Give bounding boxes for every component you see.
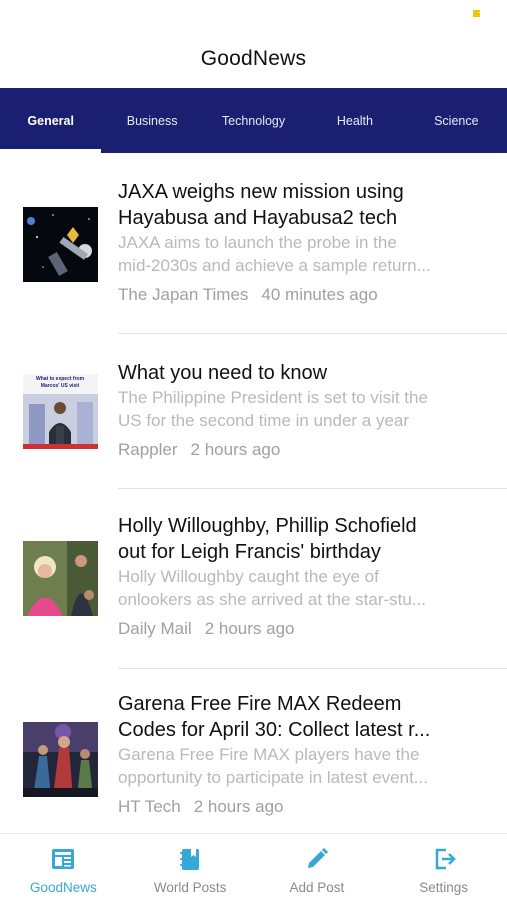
battery-icon: [473, 10, 480, 17]
nav-label: GoodNews: [29, 880, 97, 895]
newspaper-icon: [52, 849, 75, 869]
tab-science[interactable]: Science: [406, 88, 507, 153]
bottom-nav: GoodNews World Posts Add Post Settings: [0, 833, 507, 901]
article-description: opportunity to participate in latest eve…: [118, 768, 428, 787]
pencil-icon: [307, 848, 328, 868]
nav-add-post[interactable]: Add Post: [254, 834, 381, 901]
article-item[interactable]: Garena Free Fire MAX Redeem Codes for Ap…: [0, 669, 507, 833]
tab-label: Health: [336, 113, 373, 128]
notebook-icon: [180, 849, 200, 870]
article-title: Codes for April 30: Collect latest r...: [118, 719, 431, 741]
article-description: Holly Willoughby caught the eye of: [118, 567, 379, 586]
game-characters-image: [23, 722, 98, 797]
article-meta: HT Tech 2 hours ago: [118, 797, 483, 817]
article-description: The Philippine President is set to visit…: [118, 388, 428, 407]
thumbnail-caption: Marcos' US visit: [41, 383, 80, 389]
category-tab-bar: General Business Technology Health Scien…: [0, 88, 507, 153]
article-time: 2 hours ago: [190, 440, 281, 459]
nav-world-posts[interactable]: World Posts: [127, 834, 254, 901]
article-thumbnail[interactable]: [23, 541, 98, 616]
article-feed[interactable]: JAXA weighs new mission using Hayabusa a…: [0, 153, 507, 833]
article-time: 2 hours ago: [204, 619, 295, 638]
article-description: Garena Free Fire MAX players have the: [118, 745, 420, 764]
logout-icon: [435, 848, 456, 870]
article-meta: Rappler 2 hours ago: [118, 440, 483, 460]
article-title: What you need to know: [118, 362, 328, 384]
article-description: mid-2030s and achieve a sample return...: [118, 256, 431, 275]
tab-label: Business: [126, 113, 178, 128]
article-source: HT Tech: [118, 797, 181, 816]
article-description: onlookers as she arrived at the star-stu…: [118, 590, 427, 609]
article-time: 2 hours ago: [193, 797, 284, 816]
article-title: Holly Willoughby, Phillip Schofield: [118, 515, 417, 537]
article-thumbnail[interactable]: What to expect from Marcos' US visit: [23, 374, 98, 449]
article-time: 40 minutes ago: [261, 285, 378, 304]
space-probe-image: [23, 207, 98, 282]
article-title: JAXA weighs new mission using: [118, 181, 404, 203]
article-title: Garena Free Fire MAX Redeem: [118, 693, 402, 715]
article-title: Hayabusa and Hayabusa2 tech: [118, 207, 398, 229]
status-bar: [0, 0, 507, 30]
article-source: Daily Mail: [118, 619, 192, 638]
tab-general[interactable]: General: [0, 88, 102, 153]
tab-label: General: [27, 113, 74, 128]
nav-settings[interactable]: Settings: [380, 834, 507, 901]
nav-label: Settings: [419, 880, 469, 895]
article-meta: The Japan Times 40 minutes ago: [118, 285, 483, 305]
president-podium-image: What to expect from Marcos' US visit: [23, 374, 98, 449]
nav-label: World Posts: [153, 880, 227, 895]
app-header: GoodNews: [0, 30, 507, 88]
article-description: JAXA aims to launch the probe in the: [118, 233, 397, 252]
tab-health[interactable]: Health: [304, 88, 405, 153]
app-title: GoodNews: [200, 47, 307, 70]
thumbnail-caption: What to expect from: [36, 376, 85, 382]
article-thumbnail[interactable]: [23, 722, 98, 797]
article-description: US for the second time in under a year: [118, 411, 410, 430]
celebrity-photo-image: [23, 541, 98, 616]
article-source: Rappler: [118, 440, 178, 459]
tab-technology[interactable]: Technology: [203, 88, 304, 153]
article-thumbnail[interactable]: [23, 207, 98, 282]
article-item[interactable]: JAXA weighs new mission using Hayabusa a…: [0, 153, 507, 334]
tab-label: Technology: [221, 113, 286, 128]
article-meta: Daily Mail 2 hours ago: [118, 619, 483, 639]
tab-label: Science: [434, 113, 479, 128]
nav-label: Add Post: [289, 880, 345, 895]
article-source: The Japan Times: [118, 285, 249, 304]
article-item[interactable]: Holly Willoughby, Phillip Schofield out …: [0, 489, 507, 669]
article-item[interactable]: What to expect from Marcos' US visit Wha…: [0, 334, 507, 489]
tab-business[interactable]: Business: [101, 88, 202, 153]
nav-goodnews[interactable]: GoodNews: [0, 834, 127, 901]
article-title: out for Leigh Francis' birthday: [118, 541, 381, 563]
